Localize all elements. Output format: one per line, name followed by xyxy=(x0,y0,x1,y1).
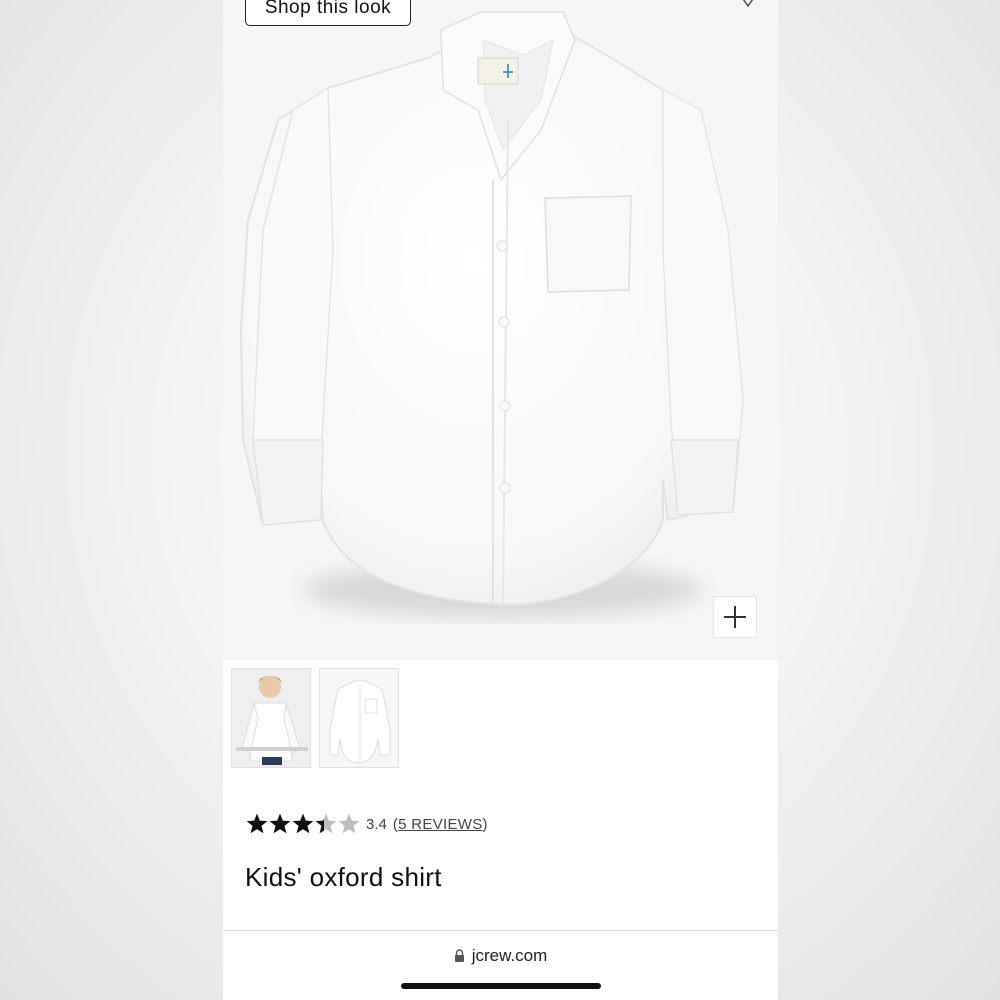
heart-icon[interactable] xyxy=(739,0,757,8)
plus-icon xyxy=(724,606,746,628)
star-icon xyxy=(292,813,314,834)
product-title: Kids' oxford shirt xyxy=(245,862,442,892)
shirt-photo xyxy=(320,669,398,767)
divider xyxy=(223,930,778,931)
model-photo xyxy=(232,669,310,767)
thumbnail-strip xyxy=(231,668,399,768)
reviews-link-label[interactable]: 5 REVIEWS xyxy=(398,816,482,833)
star-icon xyxy=(338,813,360,834)
reviews-link[interactable]: (5 REVIEWS) xyxy=(393,816,488,833)
zoom-button[interactable] xyxy=(713,596,757,638)
rating-stars xyxy=(245,812,360,836)
star-icon xyxy=(315,813,337,834)
rating-value: 3.4 xyxy=(366,815,387,833)
product-image[interactable]: Shop this look xyxy=(223,0,778,660)
product-rating: 3.4 (5 REVIEWS) xyxy=(245,812,488,836)
home-indicator[interactable] xyxy=(401,983,601,989)
lock-icon xyxy=(454,949,464,962)
shop-this-look-button[interactable]: Shop this look xyxy=(245,0,411,26)
product-page: Shop this look 3.4 (5 REVIEWS) Kids' oxf… xyxy=(223,0,778,1000)
shirt-image xyxy=(239,11,744,618)
thumbnail-shirt[interactable] xyxy=(319,668,399,768)
star-icon xyxy=(269,813,291,834)
url-text: jcrew.com xyxy=(471,946,548,965)
star-icon xyxy=(246,813,268,834)
browser-url-bar[interactable]: jcrew.com xyxy=(223,946,778,966)
thumbnail-model[interactable] xyxy=(231,668,311,768)
